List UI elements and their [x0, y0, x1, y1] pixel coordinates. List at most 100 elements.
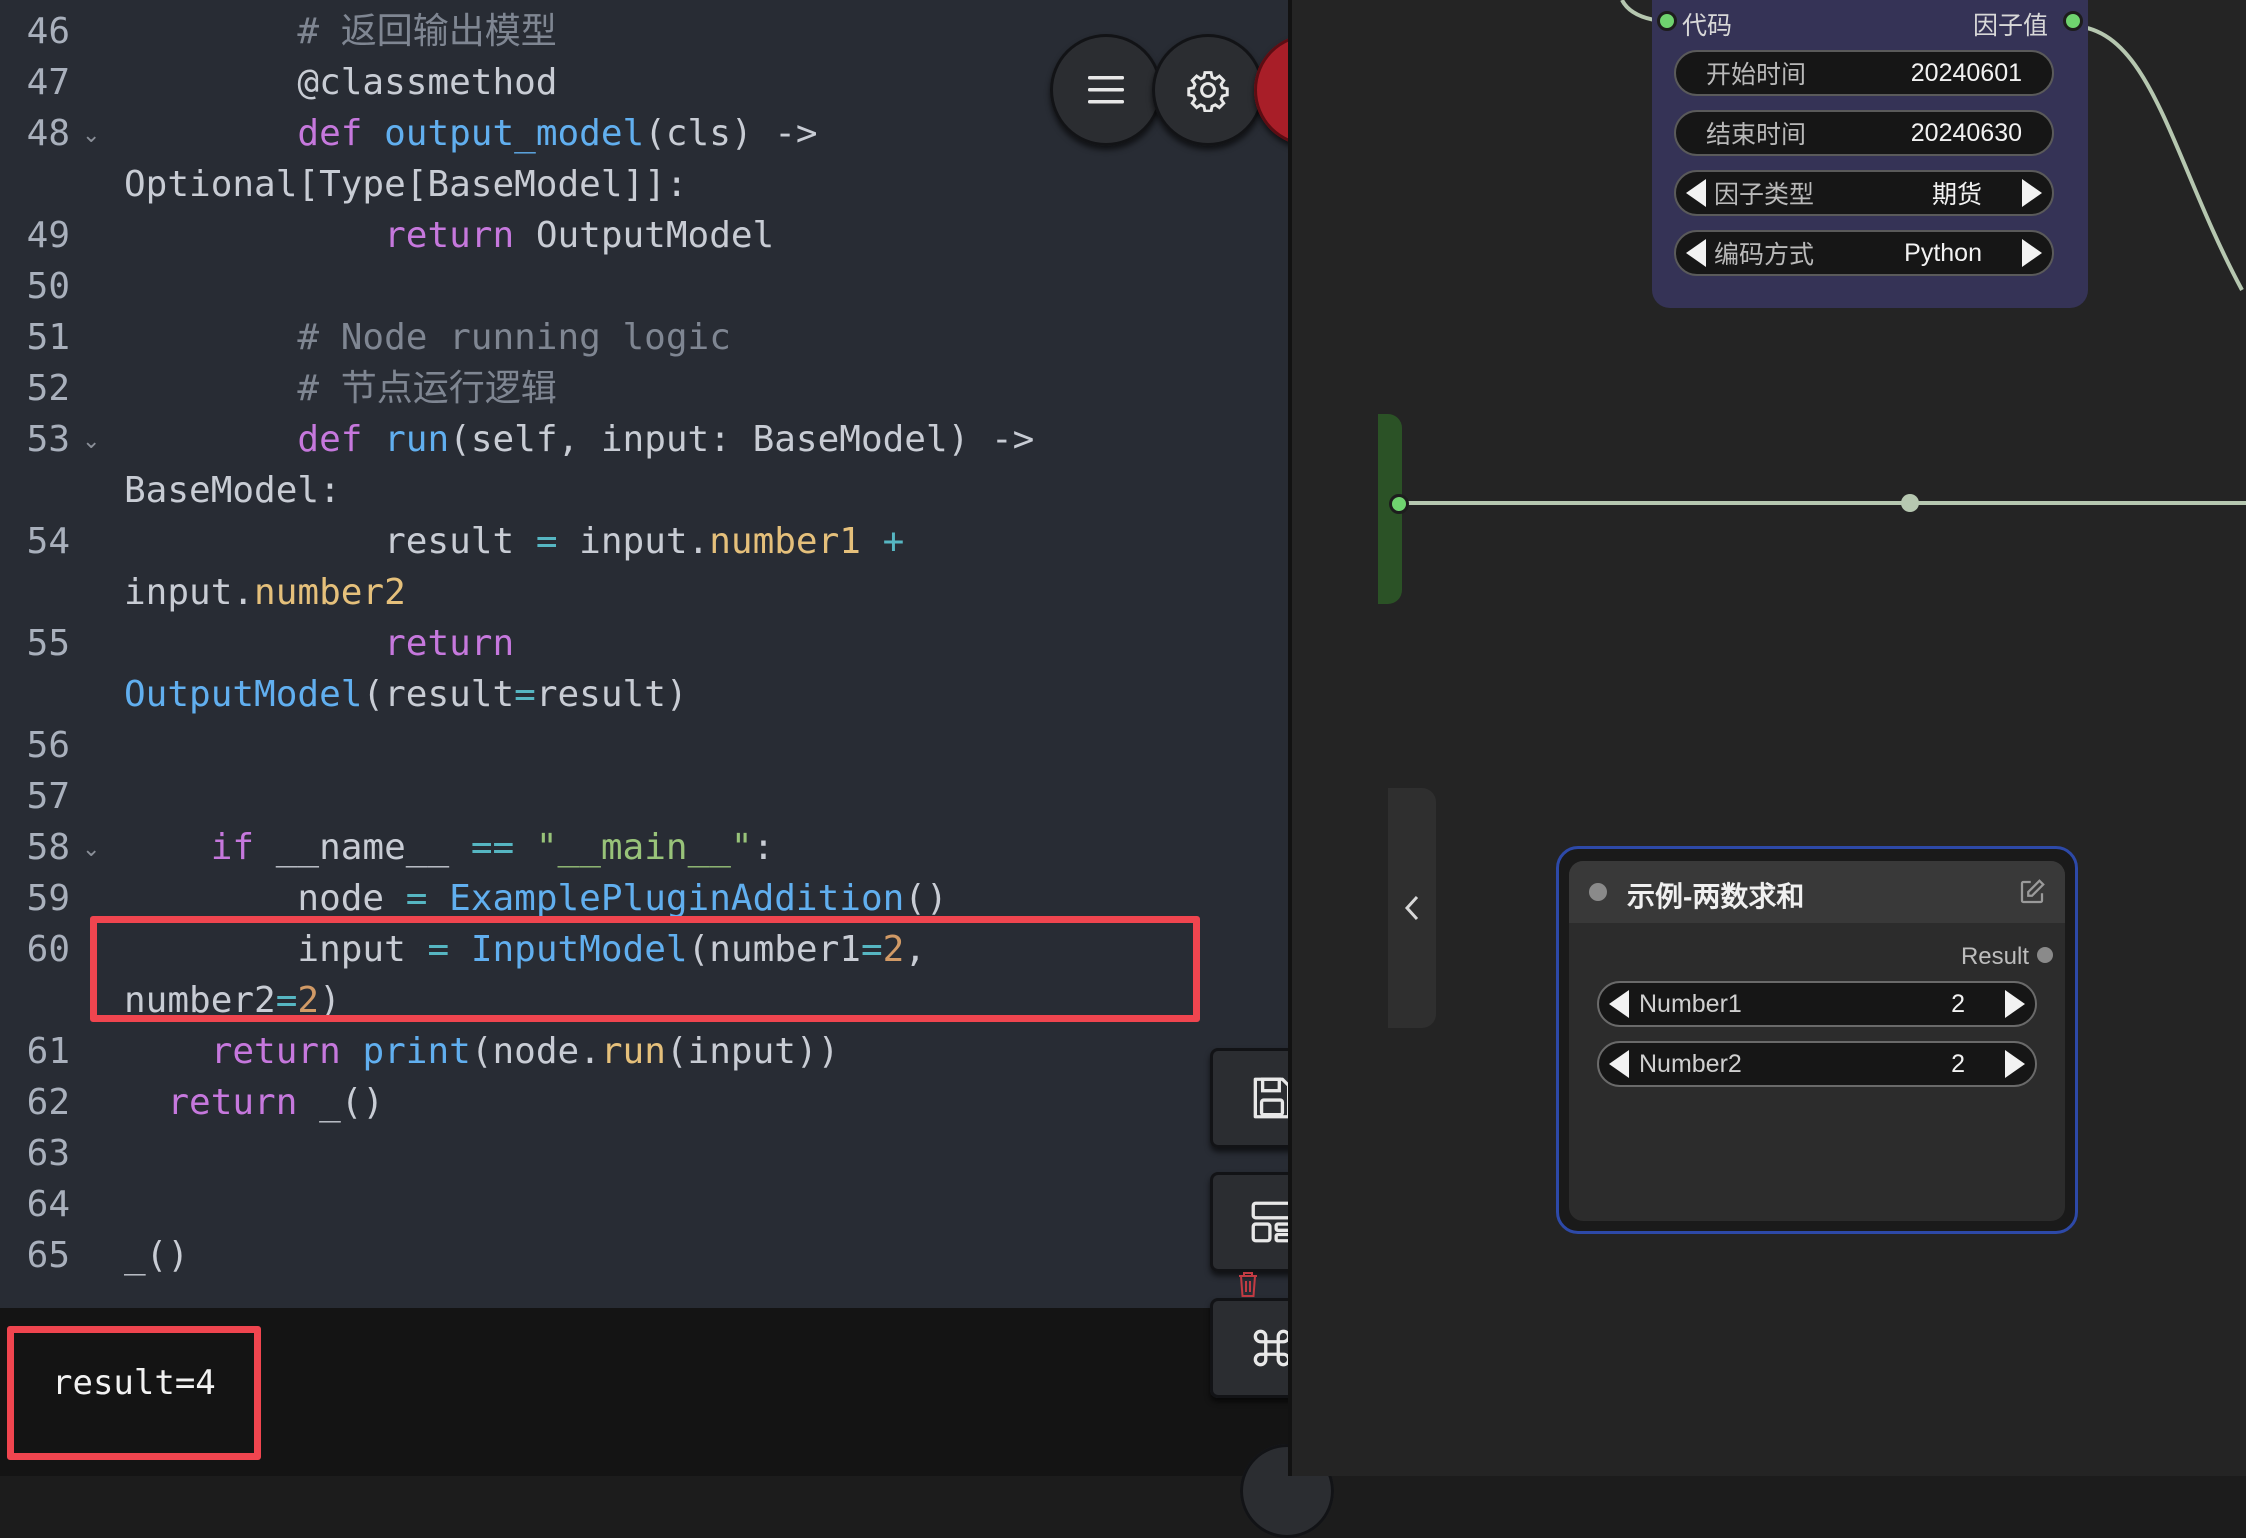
code-text[interactable]: BaseModel:	[124, 465, 341, 516]
code-line[interactable]: 51 # Node running logic	[0, 312, 1290, 363]
code-text[interactable]: OutputModel(result=result)	[124, 669, 688, 720]
line-number: 54	[26, 521, 70, 562]
number-value: 2	[1951, 989, 1965, 1018]
fold-chevron-icon[interactable]: ⌄	[82, 416, 100, 467]
code-line[interactable]: 62 return _()	[0, 1077, 1290, 1128]
line-number: 64	[26, 1184, 70, 1225]
sum-node-header[interactable]: 示例-两数求和	[1569, 861, 2065, 923]
code-line[interactable]: 50	[0, 261, 1290, 312]
line-number: 46	[26, 11, 70, 52]
code-line[interactable]: Optional[Type[BaseModel]]:	[0, 159, 1290, 210]
line-number: 62	[26, 1082, 70, 1123]
arrow-left-icon[interactable]	[1686, 179, 1706, 207]
chevron-left-icon	[1404, 895, 1419, 921]
code-line[interactable]: BaseModel:	[0, 465, 1290, 516]
code-line[interactable]: 58 ⌄ if __name__ == "__main__":	[0, 822, 1290, 873]
code-line[interactable]: 57	[0, 771, 1290, 822]
code-text[interactable]: input.number2	[124, 567, 406, 618]
line-number: 61	[26, 1031, 70, 1072]
line-number: 60	[26, 929, 70, 970]
decrement-arrow-icon[interactable]	[1609, 1050, 1629, 1078]
gear-icon	[1187, 71, 1229, 112]
arrow-left-icon[interactable]	[1686, 239, 1706, 267]
line-number: 57	[26, 776, 70, 817]
line-number: 50	[26, 266, 70, 307]
factor-field-3[interactable]: 编码方式 Python	[1674, 230, 2054, 276]
factor-node-input-label: 代码	[1682, 12, 1733, 40]
code-line[interactable]: 49 return OutputModel	[0, 210, 1290, 261]
factor-field-2[interactable]: 因子类型 期货	[1674, 170, 2054, 216]
field-label: 因子类型	[1714, 181, 1815, 209]
fold-chevron-icon[interactable]: ⌄	[82, 824, 100, 875]
field-value: Python	[1904, 238, 1982, 267]
code-line[interactable]: 53 ⌄ def run(self, input: BaseModel) ->	[0, 414, 1290, 465]
code-text[interactable]: result = input.number1 +	[124, 516, 904, 567]
code-line[interactable]: 55 return	[0, 618, 1290, 669]
code-text[interactable]: _()	[124, 1230, 189, 1281]
field-value: 20240630	[1910, 118, 2022, 147]
field-label: 开始时间	[1706, 61, 1807, 89]
arrow-right-icon[interactable]	[2022, 239, 2042, 267]
field-value: 期货	[1931, 181, 1982, 209]
field-value: 20240601	[1910, 58, 2022, 87]
edit-icon[interactable]	[2017, 877, 2047, 907]
code-text[interactable]: return print(node.run(input))	[124, 1026, 840, 1077]
code-text[interactable]: Optional[Type[BaseModel]]:	[124, 159, 688, 210]
fold-chevron-icon[interactable]: ⌄	[82, 110, 100, 161]
line-number: 58	[26, 827, 70, 868]
collapse-sidebar-tab[interactable]	[1388, 788, 1436, 1028]
code-line[interactable]: 61 return print(node.run(input))	[0, 1026, 1290, 1077]
result-output-port[interactable]	[2037, 947, 2053, 963]
sum-node-body: 示例-两数求和 Result Number1 2 Number2 2	[1569, 861, 2065, 1221]
code-text[interactable]: def output_model(cls) ->	[124, 108, 817, 159]
code-line[interactable]: 56	[0, 720, 1290, 771]
result-output-label: Result	[1960, 943, 2029, 970]
hamburger-menu-icon	[1088, 76, 1124, 104]
code-line[interactable]: 54 result = input.number1 +	[0, 516, 1290, 567]
factor-field-0[interactable]: 开始时间 20240601	[1674, 50, 2054, 96]
code-text[interactable]: return _()	[124, 1077, 384, 1128]
code-line[interactable]: OutputModel(result=result)	[0, 669, 1290, 720]
node-graph-canvas[interactable]: 代码 因子值 开始时间 20240601 结束时间 20240630 因子类型 期货编码方…	[1292, 0, 2246, 1476]
factor-value-output-port[interactable]	[2063, 11, 2083, 31]
line-number: 51	[26, 317, 70, 358]
line-number: 65	[26, 1235, 70, 1276]
code-line[interactable]: 65 _()	[0, 1230, 1290, 1281]
code-text[interactable]: def run(self, input: BaseModel) ->	[124, 414, 1034, 465]
code-input-port[interactable]	[1657, 11, 1677, 31]
settings-button[interactable]	[1152, 34, 1264, 146]
code-text[interactable]: # 返回输出模型	[124, 6, 556, 57]
trash-icon[interactable]	[1236, 1270, 1260, 1298]
menu-button[interactable]	[1050, 34, 1162, 146]
increment-arrow-icon[interactable]	[2005, 1050, 2025, 1078]
code-text[interactable]: # 节点运行逻辑	[124, 363, 556, 414]
code-text[interactable]: @classmethod	[124, 57, 557, 108]
code-line[interactable]: input.number2	[0, 567, 1290, 618]
factor-node-output-label: 因子值	[1972, 12, 2048, 40]
line-number: 48	[26, 113, 70, 154]
number-input-2[interactable]: Number2 2	[1597, 1041, 2037, 1087]
code-line[interactable]: 52 # 节点运行逻辑	[0, 363, 1290, 414]
code-line[interactable]: 63	[0, 1128, 1290, 1179]
factor-node[interactable]: 代码 因子值 开始时间 20240601 结束时间 20240630 因子类型 期货编码方…	[1652, 0, 2088, 308]
line-number: 59	[26, 878, 70, 919]
increment-arrow-icon[interactable]	[2005, 990, 2025, 1018]
code-text[interactable]: return OutputModel	[124, 210, 774, 261]
node-output-port[interactable]	[1389, 494, 1409, 514]
factor-field-1[interactable]: 结束时间 20240630	[1674, 110, 2054, 156]
code-text[interactable]: if __name__ == "__main__":	[124, 822, 775, 873]
number-value: 2	[1951, 1049, 1965, 1078]
line-number: 47	[26, 62, 70, 103]
code-line[interactable]: 64	[0, 1179, 1290, 1230]
node-status-dot	[1589, 883, 1607, 901]
code-text[interactable]: return	[124, 618, 514, 669]
number-input-1[interactable]: Number1 2	[1597, 981, 2037, 1027]
arrow-right-icon[interactable]	[2022, 179, 2042, 207]
decrement-arrow-icon[interactable]	[1609, 990, 1629, 1018]
line-number: 56	[26, 725, 70, 766]
field-label: 编码方式	[1714, 241, 1815, 269]
code-editor[interactable]: 46 # 返回输出模型 47 @classmethod 48 ⌄ def output…	[0, 0, 1290, 1308]
code-text[interactable]: # Node running logic	[124, 312, 730, 363]
line-number: 63	[26, 1133, 70, 1174]
sum-node[interactable]: 示例-两数求和 Result Number1 2 Number2 2	[1556, 846, 2078, 1234]
